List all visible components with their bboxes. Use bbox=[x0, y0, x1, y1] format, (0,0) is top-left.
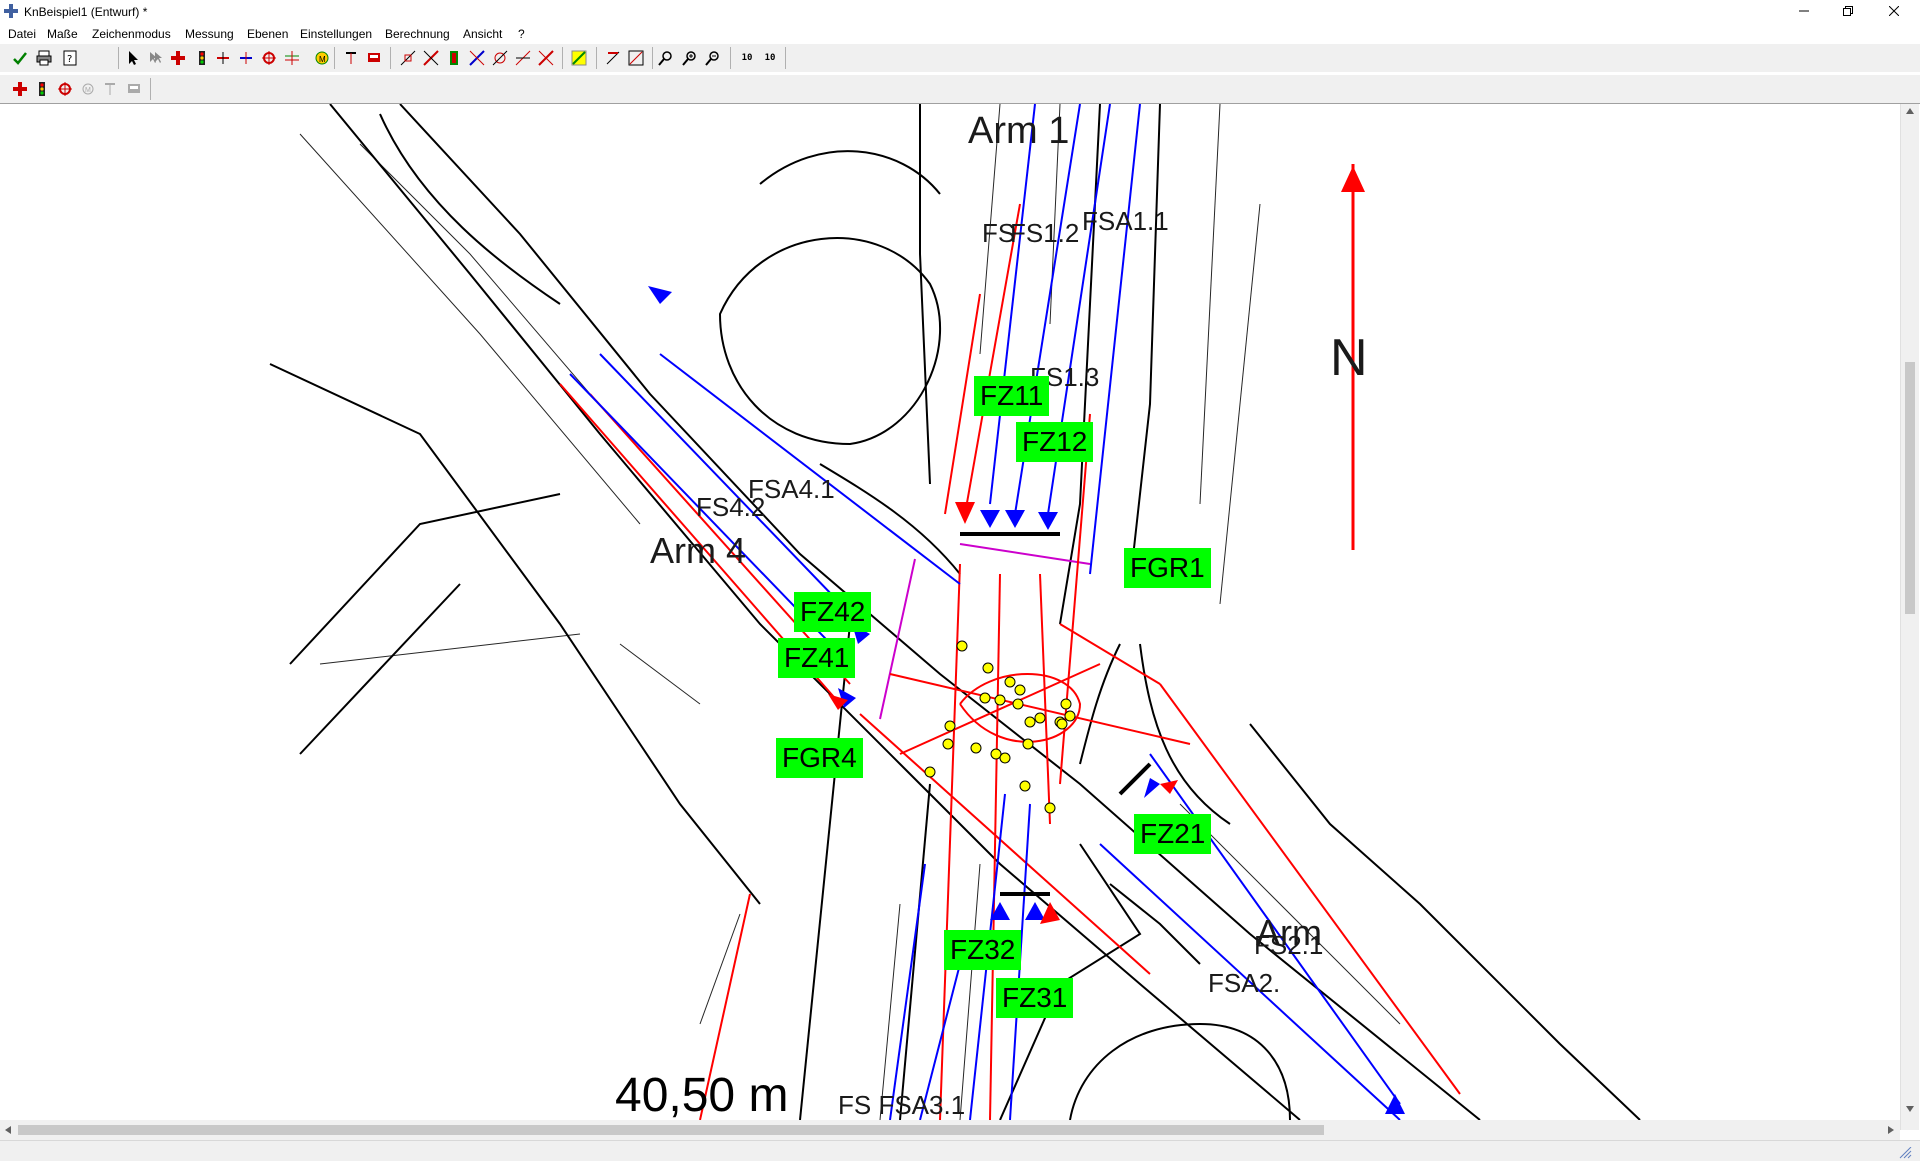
menu-einstellungen[interactable]: Einstellungen bbox=[300, 27, 372, 41]
conflict-icon[interactable] bbox=[259, 48, 279, 68]
north-label: N bbox=[1330, 329, 1368, 387]
app-icon bbox=[4, 4, 18, 18]
signal-group-fz42[interactable]: FZ42 bbox=[794, 592, 872, 632]
tool-g-icon[interactable] bbox=[536, 48, 556, 68]
tool-e-icon[interactable] bbox=[490, 48, 510, 68]
menu-masse[interactable]: Maße bbox=[47, 27, 78, 41]
title-bar: KnBeispiel1 (Entwurf) * bbox=[0, 0, 1920, 24]
stream-fs12: FS1.2 bbox=[1010, 218, 1080, 248]
menu-datei[interactable]: Datei bbox=[8, 27, 36, 41]
menu-ebenen[interactable]: Ebenen bbox=[247, 27, 288, 41]
signal-cross-icon[interactable] bbox=[168, 48, 188, 68]
tool-h-icon[interactable] bbox=[569, 48, 589, 68]
tool-c-icon[interactable] bbox=[444, 48, 464, 68]
pointer-icon[interactable] bbox=[123, 48, 143, 68]
secondary-toolbar: M bbox=[0, 75, 1920, 104]
print-icon[interactable] bbox=[34, 48, 54, 68]
svg-text:M: M bbox=[319, 55, 326, 64]
close-button[interactable] bbox=[1872, 0, 1916, 22]
traffic-light-icon[interactable] bbox=[192, 48, 212, 68]
zoom-in-icon[interactable] bbox=[680, 48, 700, 68]
tool-i-icon[interactable] bbox=[603, 48, 623, 68]
marker-icon[interactable]: M bbox=[312, 48, 332, 68]
scroll-down-icon[interactable] bbox=[1906, 1106, 1914, 1112]
zoom-text-button-1[interactable]: 10 bbox=[737, 48, 757, 68]
minimize-button[interactable] bbox=[1782, 0, 1826, 22]
menu-berechnung[interactable]: Berechnung bbox=[385, 27, 450, 41]
zoom-icon[interactable] bbox=[656, 48, 676, 68]
stream-fs1: FS bbox=[982, 218, 1016, 248]
marker-icon-2[interactable]: M bbox=[78, 79, 98, 99]
conflict-icon-2[interactable] bbox=[55, 79, 75, 99]
zoom-text-button-2[interactable]: 10 bbox=[760, 48, 780, 68]
horizontal-scrollbar[interactable] bbox=[0, 1120, 1900, 1140]
north-arrow-head bbox=[1341, 166, 1365, 192]
signal-group-fz21[interactable]: FZ21 bbox=[1134, 814, 1212, 854]
lane-icon[interactable] bbox=[236, 48, 256, 68]
horizontal-scroll-thumb[interactable] bbox=[18, 1125, 1324, 1135]
svg-text:M: M bbox=[85, 87, 91, 94]
zoom-text-2: 10 bbox=[764, 53, 776, 63]
signal-group-fz41[interactable]: FZ41 bbox=[778, 638, 856, 678]
check-icon[interactable] bbox=[10, 48, 30, 68]
svg-text:?: ? bbox=[67, 54, 72, 65]
scale-label: 40,50 m bbox=[615, 1069, 789, 1120]
window-title: KnBeispiel1 (Entwurf) * bbox=[24, 5, 148, 19]
stream-fsa2: FSA2. bbox=[1208, 968, 1281, 998]
resize-grip-icon[interactable] bbox=[1898, 1147, 1912, 1159]
signal-group-fz11[interactable]: FZ11 bbox=[974, 376, 1050, 416]
drawing-canvas[interactable]: N 40,50 m Arm 1 Arm 4 Arm FS1.2 FS FSA1.… bbox=[0, 104, 1900, 1120]
signal-cross-icon-2[interactable] bbox=[10, 79, 30, 99]
menu-messung[interactable]: Messung bbox=[185, 27, 234, 41]
crossing-icon[interactable] bbox=[282, 48, 302, 68]
detector-icon-2[interactable] bbox=[100, 79, 120, 99]
menu-bar: Datei Maße Zeichenmodus Messung Ebenen E… bbox=[0, 24, 1920, 45]
tool-a-icon[interactable] bbox=[398, 48, 418, 68]
vertical-scroll-thumb[interactable] bbox=[1905, 362, 1915, 614]
status-bar bbox=[0, 1140, 1920, 1161]
tool-d-icon[interactable] bbox=[467, 48, 487, 68]
multi-pointer-icon[interactable] bbox=[145, 48, 165, 68]
arm1-label: Arm 1 bbox=[968, 110, 1070, 152]
vertical-scrollbar[interactable] bbox=[1900, 104, 1919, 1130]
tool-j-icon[interactable] bbox=[626, 48, 646, 68]
signal-group-fgr1[interactable]: FGR1 bbox=[1124, 548, 1211, 588]
signal-group-fz31[interactable]: FZ31 bbox=[996, 978, 1074, 1018]
conflict-points bbox=[924, 640, 1076, 814]
tool-b-icon[interactable] bbox=[421, 48, 441, 68]
restore-button[interactable] bbox=[1826, 0, 1870, 22]
menu-ansicht[interactable]: Ansicht bbox=[463, 27, 502, 41]
stream-fs21: FS2.1 bbox=[1254, 930, 1324, 960]
tool-f-icon[interactable] bbox=[513, 48, 533, 68]
help-icon[interactable]: ? bbox=[60, 48, 80, 68]
stream-fs3: FS FSA3.1 bbox=[838, 1090, 966, 1120]
signal-group-fz12[interactable]: FZ12 bbox=[1016, 422, 1094, 462]
stopline-icon[interactable] bbox=[213, 48, 233, 68]
signal-group-fz32[interactable]: FZ32 bbox=[944, 930, 1022, 970]
scroll-up-icon[interactable] bbox=[1906, 108, 1914, 114]
scroll-left-icon[interactable] bbox=[5, 1126, 11, 1134]
stream-fs42: FS4.2 bbox=[696, 492, 766, 522]
arm4-label: Arm 4 bbox=[650, 530, 747, 571]
stream-fsa11: FSA1.1 bbox=[1082, 206, 1169, 236]
detector-icon[interactable] bbox=[341, 48, 361, 68]
signal-group-fgr4[interactable]: FGR4 bbox=[776, 738, 863, 778]
zoom-text-1: 10 bbox=[741, 53, 753, 63]
main-toolbar: ? M 10 10 bbox=[0, 44, 1920, 72]
zoom-out-icon[interactable] bbox=[703, 48, 723, 68]
traffic-light-icon-2[interactable] bbox=[32, 79, 52, 99]
scroll-right-icon[interactable] bbox=[1888, 1126, 1894, 1134]
menu-zeichenmodus[interactable]: Zeichenmodus bbox=[92, 27, 171, 41]
menu-help[interactable]: ? bbox=[518, 27, 525, 41]
bus-icon[interactable] bbox=[364, 48, 384, 68]
bus-icon-2[interactable] bbox=[124, 79, 144, 99]
